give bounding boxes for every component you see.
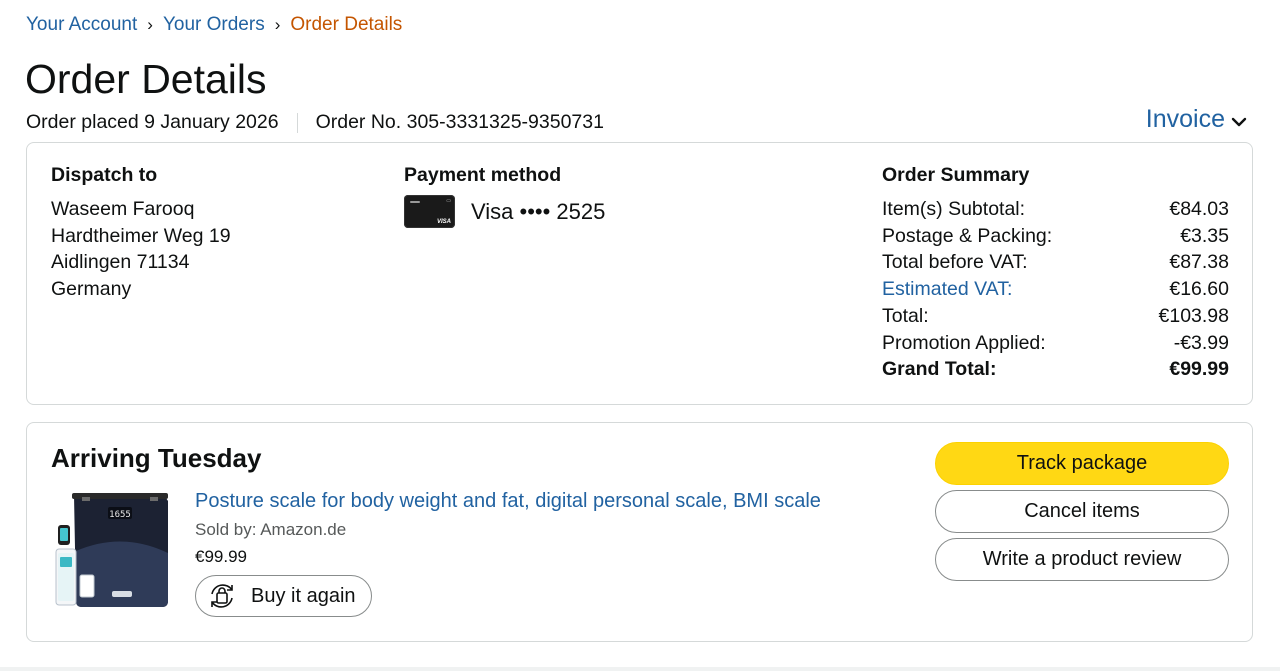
breadcrumb: Your Account › Your Orders › Order Detai… (26, 14, 402, 36)
summary-row-vat: Estimated VAT: €16.60 (882, 276, 1229, 303)
order-info-card: Dispatch to Waseem Farooq Hardtheimer We… (26, 142, 1253, 405)
order-placed-date: Order placed 9 January 2026 (26, 111, 279, 133)
summary-value: €87.38 (1169, 251, 1229, 274)
sold-by: Sold by: Amazon.de (195, 520, 347, 539)
payment-card-text: Visa •••• 2525 (471, 198, 606, 224)
product-title-link[interactable]: Posture scale for body weight and fat, d… (195, 490, 821, 513)
summary-row-before-vat: Total before VAT: €87.38 (882, 249, 1229, 276)
credit-card-icon: ▭ VISA (404, 195, 455, 228)
order-number: Order No. 305-3331325-9350731 (315, 111, 604, 133)
address-line: Germany (51, 278, 132, 301)
product-price: €99.99 (195, 547, 247, 566)
estimated-vat-link[interactable]: Estimated VAT: (882, 276, 1012, 303)
summary-value: €103.98 (1158, 304, 1230, 327)
summary-label: Total before VAT: (882, 251, 1028, 274)
breadcrumb-your-account[interactable]: Your Account (26, 14, 137, 36)
summary-value: -€3.99 (1173, 331, 1229, 354)
order-meta: Order placed 9 January 2026 Order No. 30… (26, 111, 604, 134)
shipment-actions: Track package Cancel items Write a produ… (935, 442, 1229, 586)
dispatch-title: Dispatch to (51, 164, 158, 186)
payment-method: Payment method ▭ VISA Visa •••• 2525 (404, 164, 605, 228)
summary-row-grand-total: Grand Total: €99.99 (882, 356, 1229, 383)
cancel-items-button[interactable]: Cancel items (935, 490, 1229, 533)
summary-label: Promotion Applied: (882, 331, 1046, 354)
page-bottom-divider (0, 667, 1280, 671)
buy-again-icon (211, 584, 233, 608)
summary-title: Order Summary (882, 164, 1030, 186)
product-info: Posture scale for body weight and fat, d… (195, 490, 821, 617)
summary-label: Grand Total: (882, 358, 997, 381)
summary-row-promotion: Promotion Applied: -€3.99 (882, 330, 1229, 357)
product-image[interactable]: 1655 (52, 491, 170, 611)
address-line: Aidlingen 71134 (51, 251, 190, 274)
breadcrumb-separator: › (274, 15, 281, 34)
summary-value: €3.35 (1180, 224, 1229, 247)
order-summary: Order Summary Item(s) Subtotal: €84.03 P… (882, 164, 1229, 383)
payment-title: Payment method (404, 164, 562, 186)
summary-row-postage: Postage & Packing: €3.35 (882, 223, 1229, 250)
summary-value: €16.60 (1169, 278, 1229, 301)
invoice-label: Invoice (1145, 105, 1225, 133)
delivery-status: Arriving Tuesday (51, 443, 262, 473)
summary-row-subtotal: Item(s) Subtotal: €84.03 (882, 196, 1229, 223)
breadcrumb-current: Order Details (290, 14, 403, 35)
summary-value: €84.03 (1169, 198, 1229, 220)
invoice-dropdown[interactable]: Invoice (1146, 105, 1247, 134)
summary-value: €99.99 (1169, 358, 1229, 381)
address-line: Waseem Farooq (51, 198, 195, 220)
meta-divider (296, 112, 298, 133)
buy-again-label: Buy it again (251, 584, 356, 607)
shipment-card: Arriving Tuesday 1655 Posture scale for … (26, 422, 1253, 642)
address-line: Hardtheimer Weg 19 (51, 224, 231, 247)
page-title: Order Details (25, 56, 267, 102)
dispatch-address: Dispatch to Waseem Farooq Hardtheimer We… (51, 164, 231, 303)
summary-label: Item(s) Subtotal: (882, 198, 1026, 220)
buy-it-again-button[interactable]: Buy it again (195, 575, 372, 617)
track-package-button[interactable]: Track package (935, 442, 1229, 485)
summary-row-total: Total: €103.98 (882, 303, 1229, 330)
summary-label: Postage & Packing: (882, 224, 1053, 247)
breadcrumb-separator: › (147, 15, 153, 34)
summary-label: Total: (882, 304, 929, 327)
breadcrumb-your-orders[interactable]: Your Orders (163, 14, 265, 36)
svg-text:1655: 1655 (109, 510, 131, 520)
chevron-down-icon (1231, 117, 1247, 127)
write-review-button[interactable]: Write a product review (935, 538, 1229, 581)
